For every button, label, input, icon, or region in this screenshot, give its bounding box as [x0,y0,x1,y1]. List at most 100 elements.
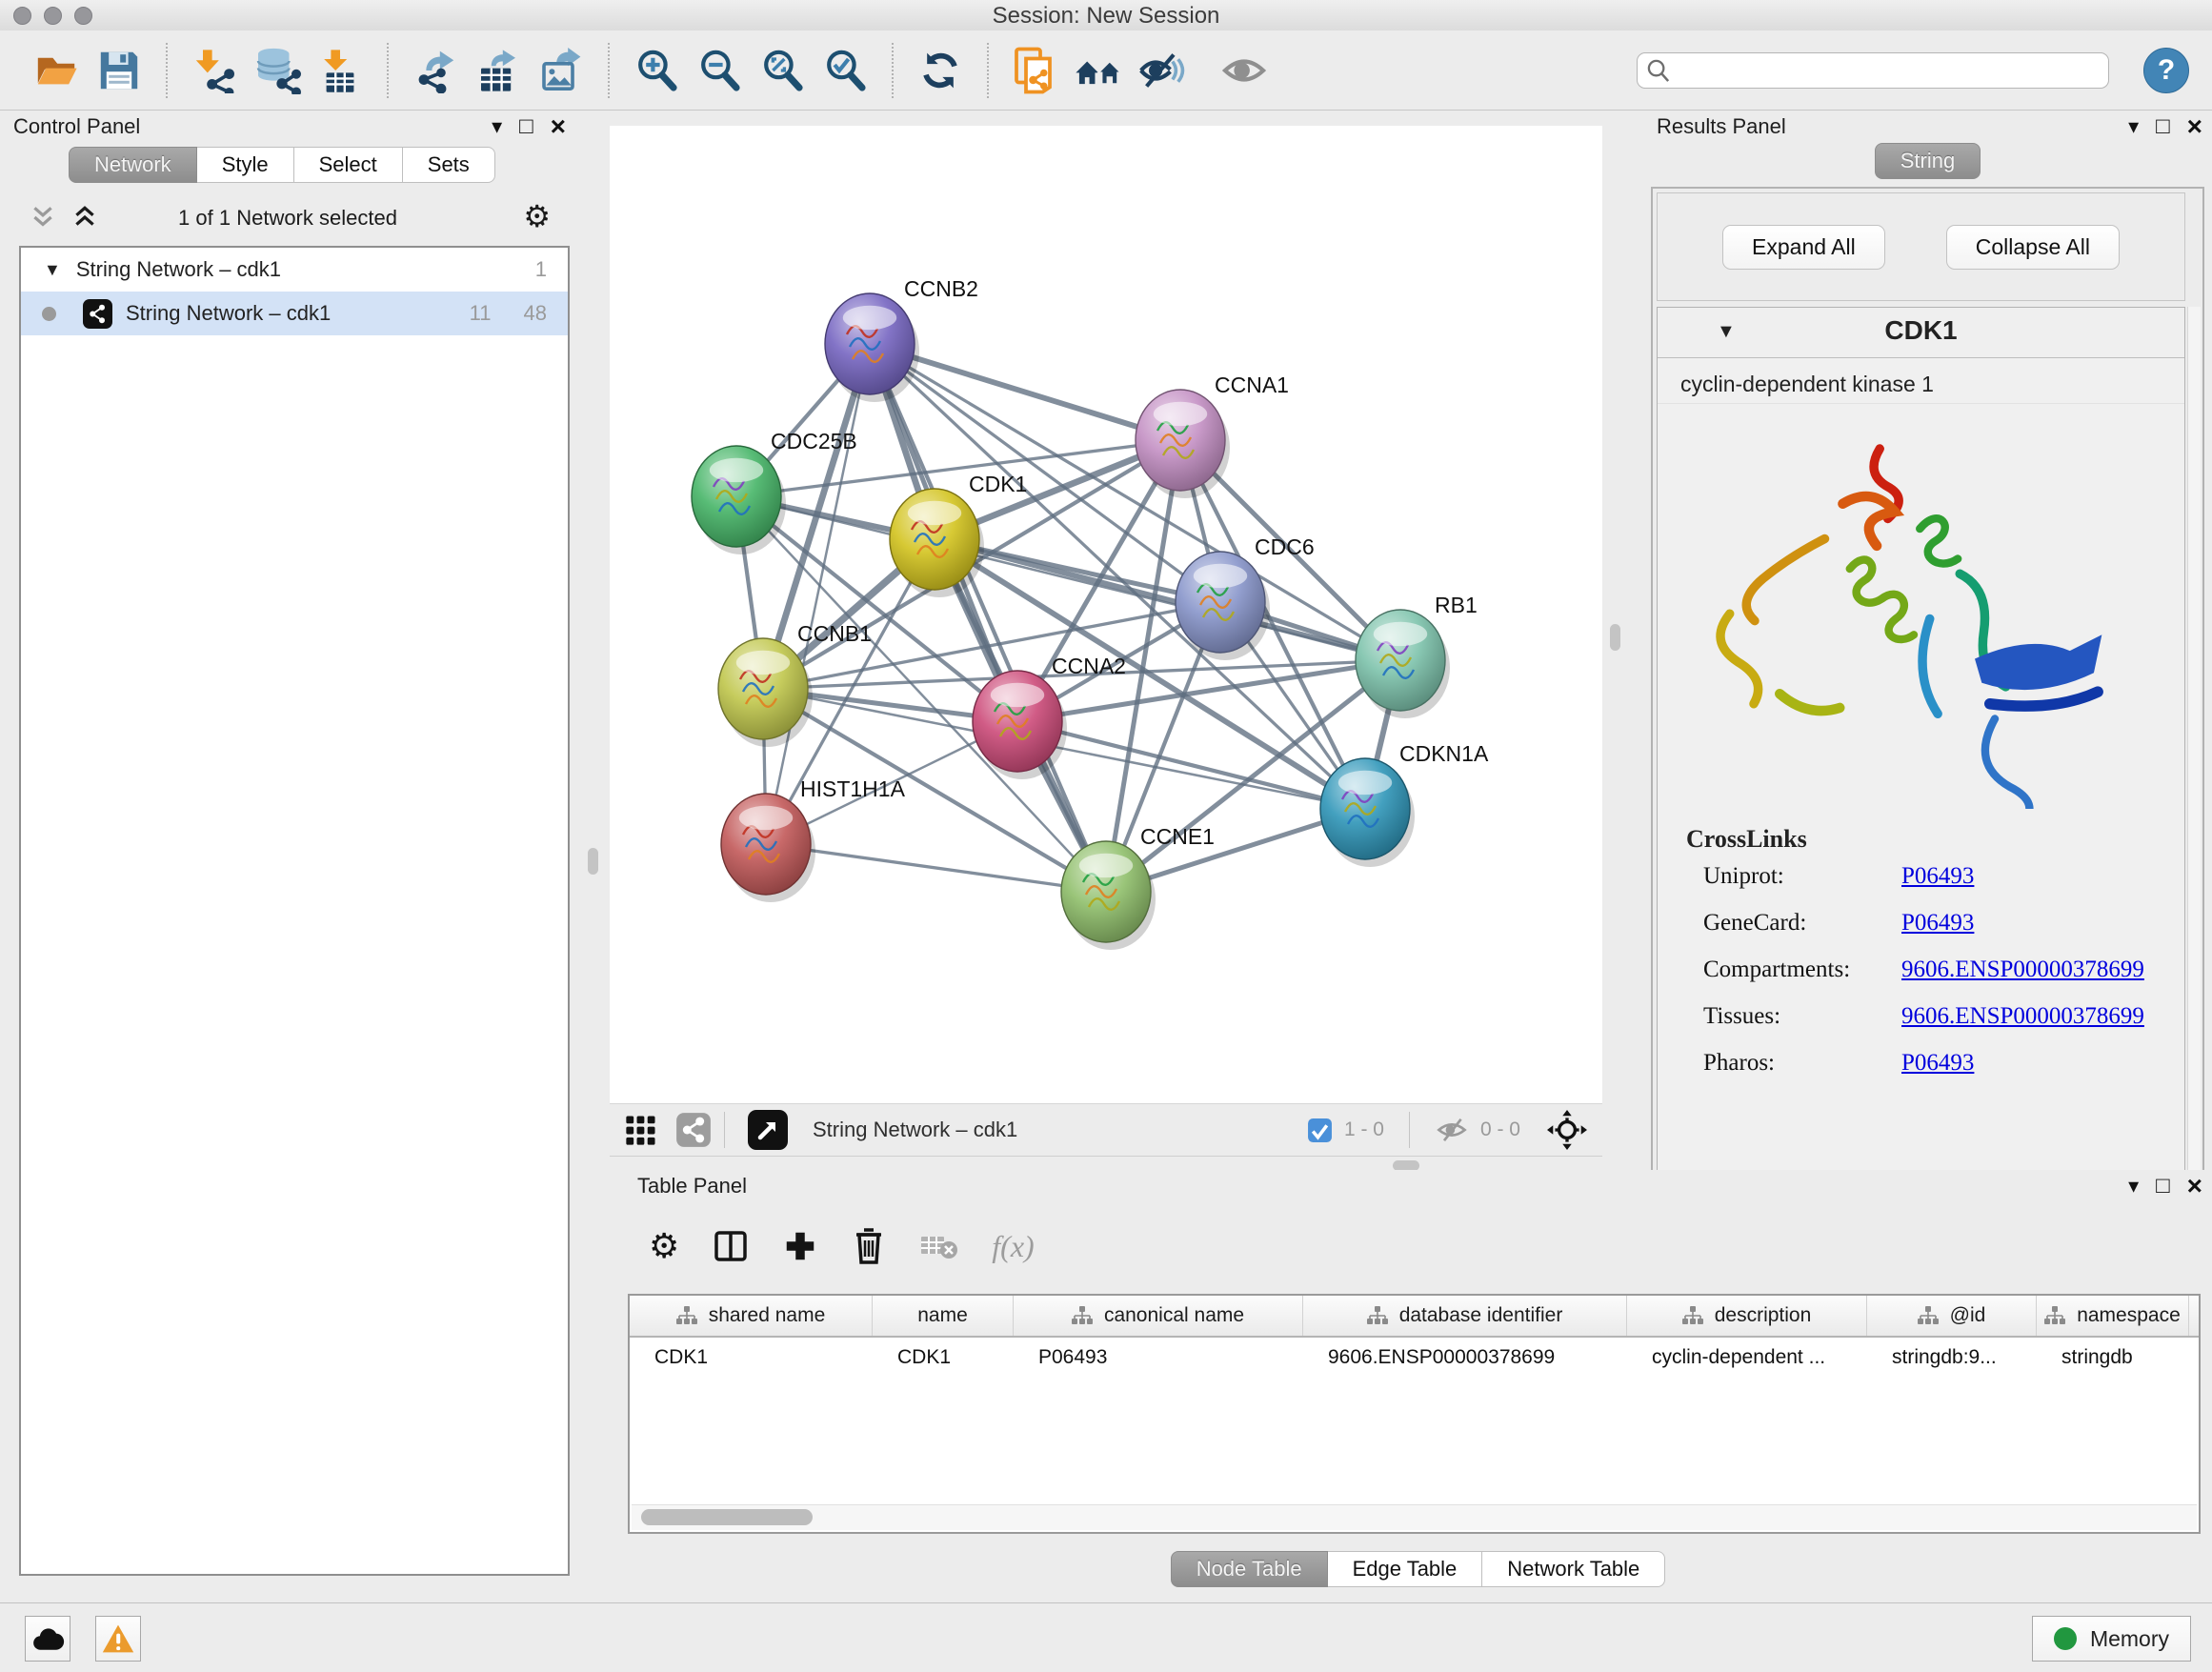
crosslink-value-link[interactable]: P06493 [1901,1050,1974,1077]
export-network-icon [412,48,458,93]
export-network-button[interactable] [409,41,462,100]
network-edge[interactable] [766,844,1106,892]
zoom-in-button[interactable] [630,41,683,100]
crosslink-value-link[interactable]: 9606.ENSP00000378699 [1901,1003,2144,1030]
network-node-ccna1[interactable]: CCNA1 [1136,373,1289,498]
node-label: RB1 [1435,593,1478,617]
network-view-toolbar: String Network – cdk1 1 - 0 0 - 0 [610,1103,1602,1157]
zoom-out-button[interactable] [693,41,746,100]
network-canvas[interactable]: CCNB2 CCNA1 CDC25B CDK1 CDC6 RB1 CCNB1 [610,126,1602,1103]
panel-close-icon[interactable]: × [551,112,566,141]
trash-icon[interactable] [851,1227,887,1265]
edge-count: 48 [524,301,547,326]
column-header-shared-name[interactable]: shared name [630,1296,873,1336]
network-edge[interactable] [870,344,1106,892]
tab-string[interactable]: String [1875,143,1981,179]
protein-structure-image [1658,404,2184,814]
network-node-ccnb2[interactable]: CCNB2 [825,276,978,402]
hide-selected-button[interactable] [1135,41,1188,100]
import-table-button[interactable] [313,41,367,100]
tab-select[interactable]: Select [294,147,403,183]
help-button[interactable]: ? [2143,48,2189,93]
network-node-hist1h1a[interactable]: HIST1H1A [721,776,906,902]
open-folder-icon [33,48,79,93]
refresh-button[interactable] [914,41,967,100]
panel-float-icon[interactable]: □ [519,112,533,141]
save-session-button[interactable] [92,41,146,100]
crosslink-value-link[interactable]: P06493 [1901,863,1974,890]
show-all-button[interactable] [1217,41,1271,100]
column-header-name[interactable]: name [873,1296,1014,1336]
tab-network-table[interactable]: Network Table [1482,1551,1665,1587]
duplicate-network-button[interactable] [1009,41,1062,100]
first-neighbors-button[interactable] [1072,41,1125,100]
panel-close-icon[interactable]: × [2187,1172,2202,1200]
birdseye-view-button[interactable] [748,1110,788,1150]
crosslink-value-link[interactable]: P06493 [1901,910,1974,937]
column-header--id[interactable]: @id [1867,1296,2037,1336]
zoom-selected-button[interactable] [818,41,872,100]
left-splitter-handle[interactable] [588,848,598,875]
network-edge[interactable] [766,344,870,844]
search-input[interactable] [1637,52,2109,89]
column-header-canonical-name[interactable]: canonical name [1014,1296,1303,1336]
results-scrollbar[interactable] [2187,307,2201,1193]
network-node-cdk1[interactable]: CDK1 [890,472,1027,597]
column-header-namespace[interactable]: namespace [2037,1296,2189,1336]
tab-node-table[interactable]: Node Table [1171,1551,1328,1587]
table-row[interactable]: CDK1CDK1P064939606.ENSP00000378699cyclin… [630,1338,2199,1378]
table-hscrollbar[interactable] [632,1504,2197,1530]
right-splitter-handle[interactable] [1610,624,1620,651]
share-network-icon[interactable] [676,1112,711,1148]
network-node-rb1[interactable]: RB1 [1356,593,1478,718]
panel-collapse-icon[interactable]: ▾ [2128,1172,2139,1200]
tree-expand-icon[interactable]: ▼ [44,260,61,280]
network-row-selected[interactable]: String Network – cdk1 11 48 [21,292,568,335]
zoom-fit-button[interactable] [755,41,809,100]
import-table-icon [317,48,363,93]
memory-button[interactable]: Memory [2032,1616,2191,1662]
columns-icon[interactable] [712,1227,750,1265]
function-builder-icon: f(x) [992,1229,1034,1264]
delete-table-icon [919,1231,959,1261]
network-node-cdkn1a[interactable]: CDKN1A [1320,741,1489,867]
selected-checkbox-icon[interactable] [1307,1118,1333,1143]
tree-column-icon [676,1306,697,1325]
warning-button[interactable] [95,1616,141,1662]
import-network-database-button[interactable] [251,41,304,100]
export-table-button[interactable] [472,41,525,100]
eye-icon [1219,48,1269,93]
network-collection-row[interactable]: ▼ String Network – cdk1 1 [21,248,568,292]
node-label: CCNA1 [1215,373,1289,397]
tab-style[interactable]: Style [197,147,294,183]
grid-view-icon[interactable] [623,1112,659,1148]
panel-collapse-icon[interactable]: ▾ [492,112,502,141]
tab-sets[interactable]: Sets [403,147,495,183]
crosslink-row: Tissues: 9606.ENSP00000378699 [1703,1003,2184,1030]
open-session-button[interactable] [30,41,83,100]
tab-network[interactable]: Network [69,147,197,183]
import-network-file-button[interactable] [188,41,241,100]
panel-float-icon[interactable]: □ [2156,112,2170,141]
export-image-button[interactable] [534,41,588,100]
collapse-all-button[interactable]: Collapse All [1946,225,2120,270]
gear-icon[interactable]: ⚙ [523,198,551,234]
column-header-database-identifier[interactable]: database identifier [1303,1296,1627,1336]
crosslink-value-link[interactable]: 9606.ENSP00000378699 [1901,957,2144,983]
network-list-header: 1 of 1 Network selected ⚙ [17,198,558,240]
hidden-eye-icon[interactable] [1435,1115,1469,1145]
expand-all-button[interactable]: Expand All [1722,225,1885,270]
gear-icon[interactable]: ⚙ [649,1226,679,1266]
cloud-button[interactable] [25,1616,70,1662]
panel-float-icon[interactable]: □ [2156,1172,2170,1200]
hscrollbar-thumb[interactable] [641,1509,813,1525]
crosshair-icon[interactable] [1547,1110,1587,1150]
add-icon[interactable] [782,1228,818,1264]
network-node-cdc25b[interactable]: CDC25B [692,429,857,554]
panel-close-icon[interactable]: × [2187,112,2202,141]
column-header-description[interactable]: description [1627,1296,1867,1336]
panel-collapse-icon[interactable]: ▾ [2128,112,2139,141]
tab-edge-table[interactable]: Edge Table [1328,1551,1483,1587]
crosslink-row: Uniprot: P06493 [1703,863,2184,890]
network-graph[interactable]: CCNB2 CCNA1 CDC25B CDK1 CDC6 RB1 CCNB1 [610,126,1602,1103]
